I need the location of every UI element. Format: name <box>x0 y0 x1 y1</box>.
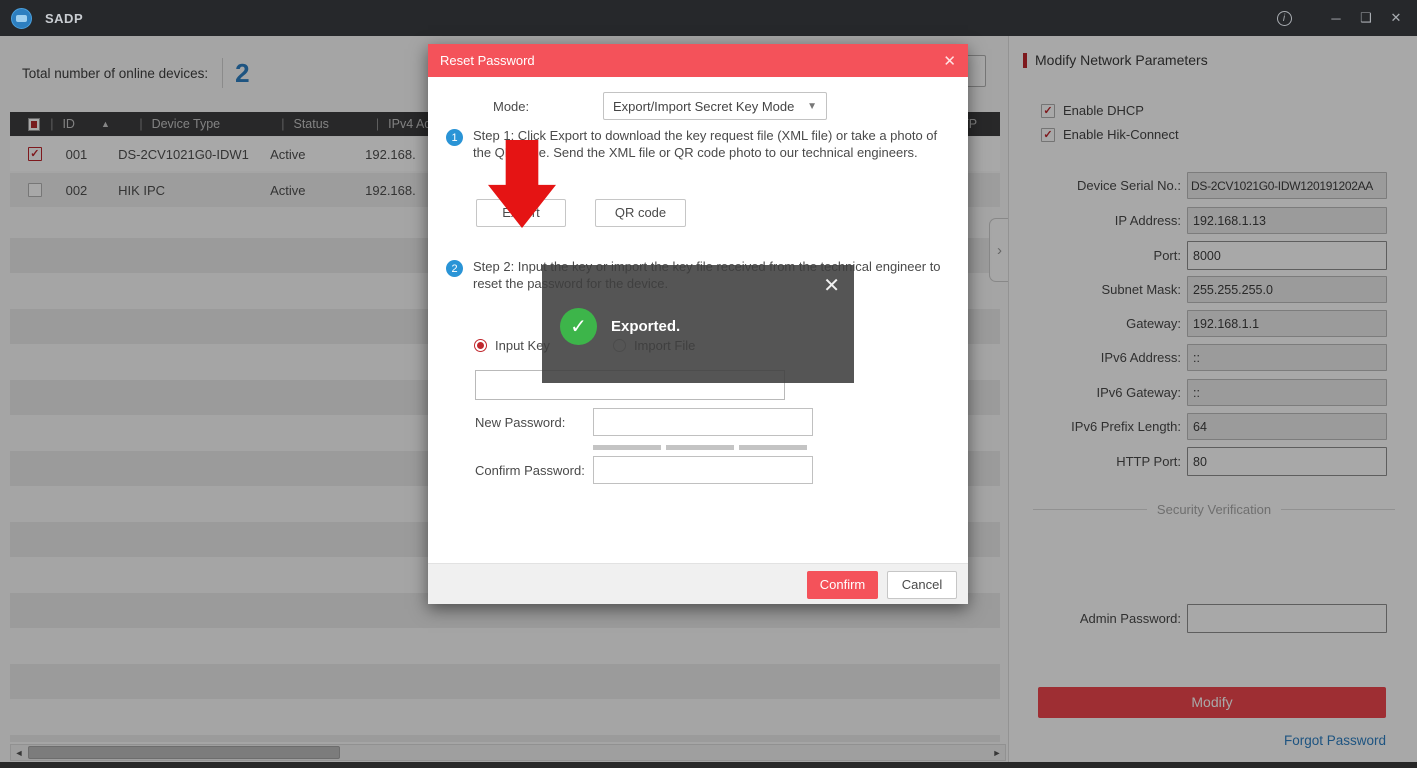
dialog-footer: Confirm Cancel <box>428 563 968 604</box>
mode-dropdown[interactable]: Export/Import Secret Key Mode ▼ <box>603 92 827 120</box>
new-password-label: New Password: <box>475 415 593 430</box>
confirm-button[interactable]: Confirm <box>807 571 878 599</box>
step1-instructions: Step 1: Click Export to download the key… <box>473 128 951 161</box>
exported-toast: ✕ ✓ Exported. <box>542 265 854 383</box>
password-strength-meter <box>593 445 807 450</box>
new-password-row: New Password: <box>475 408 813 436</box>
step2-badge: 2 <box>446 260 463 277</box>
close-window-button[interactable]: ✕ <box>1381 3 1411 33</box>
confirm-password-label: Confirm Password: <box>475 463 593 478</box>
title-bar: SADP i ─ ❑ ✕ <box>0 0 1417 36</box>
input-key-radio[interactable] <box>474 339 487 352</box>
minimize-button[interactable]: ─ <box>1321 3 1351 33</box>
close-dialog-icon[interactable]: ✕ <box>943 52 956 70</box>
sadp-window: SADP i ─ ❑ ✕ Total number of online devi… <box>0 0 1417 768</box>
mode-label: Mode: <box>493 99 603 114</box>
info-button[interactable]: i <box>1269 3 1299 33</box>
app-area: Total number of online devices: 2 | ID ▲… <box>0 36 1417 768</box>
sadp-logo-icon <box>11 8 32 29</box>
confirm-password-field[interactable] <box>593 456 813 484</box>
maximize-button[interactable]: ❑ <box>1351 3 1381 33</box>
qr-code-button[interactable]: QR code <box>595 199 686 227</box>
success-check-icon: ✓ <box>560 308 597 345</box>
new-password-field[interactable] <box>593 408 813 436</box>
dialog-header: Reset Password ✕ <box>428 44 968 77</box>
chevron-down-icon: ▼ <box>807 101 817 112</box>
cancel-button[interactable]: Cancel <box>887 571 957 599</box>
toast-message: Exported. <box>611 318 680 335</box>
info-icon: i <box>1277 11 1292 26</box>
confirm-password-row: Confirm Password: <box>475 456 813 484</box>
toast-close-icon[interactable]: ✕ <box>823 273 840 298</box>
dialog-title: Reset Password <box>440 53 535 68</box>
mode-row: Mode: Export/Import Secret Key Mode ▼ <box>493 92 827 120</box>
step1-badge: 1 <box>446 129 463 146</box>
app-title: SADP <box>45 11 83 26</box>
